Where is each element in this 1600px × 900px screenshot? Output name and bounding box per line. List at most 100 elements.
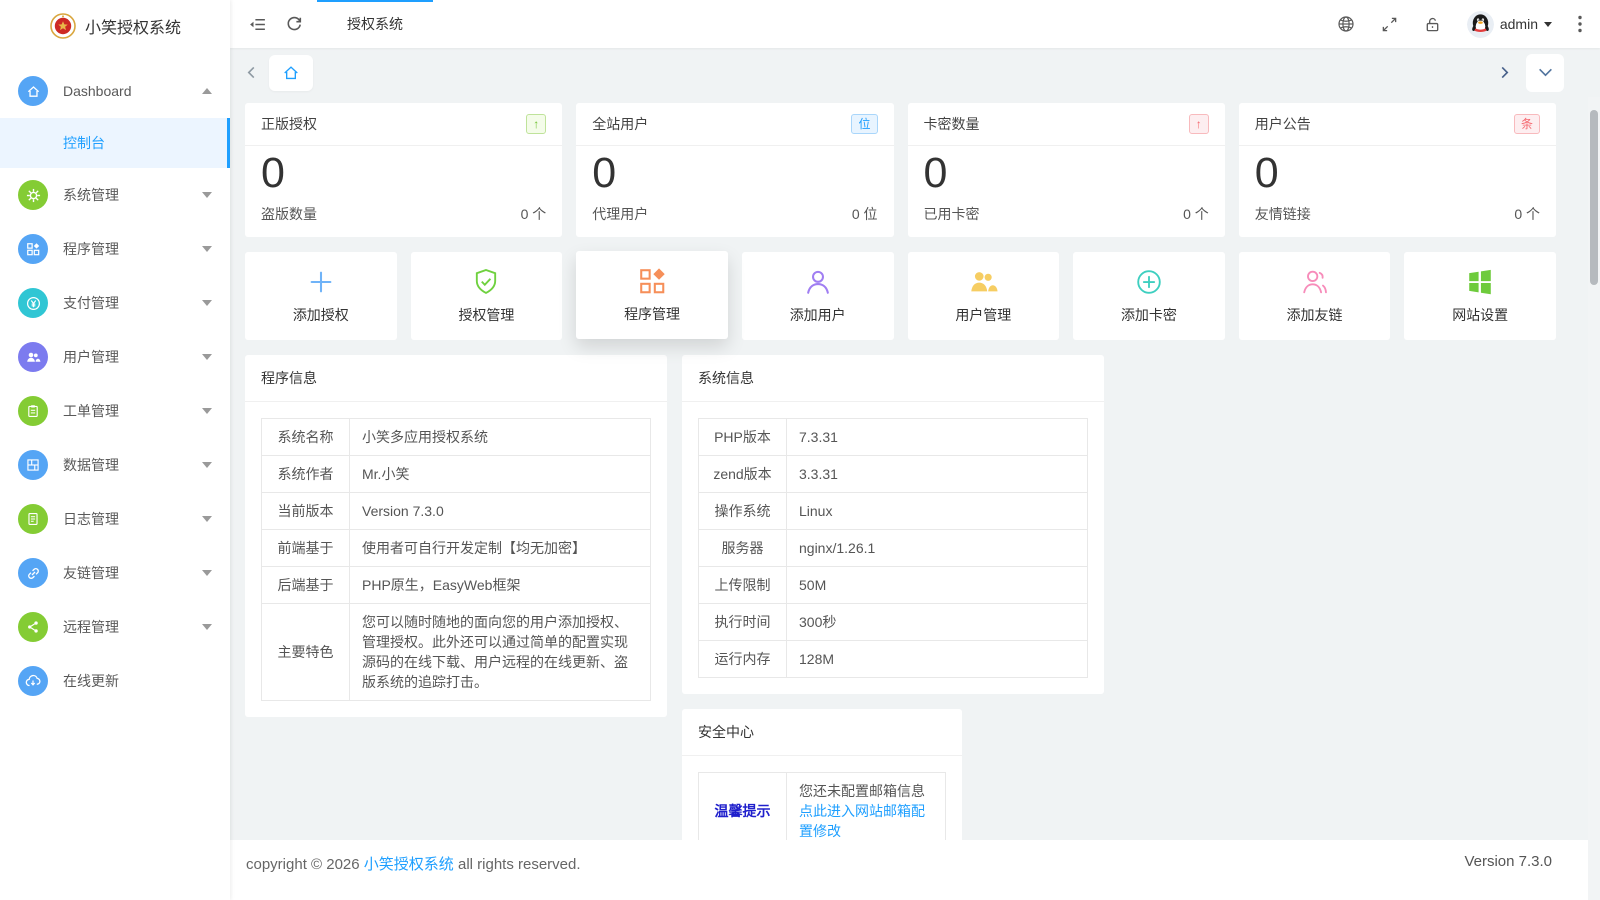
stat-cards: 正版授权 ↑ 0 盗版数量 0 个 全站用户 位 0 代理用户 0 位 (245, 103, 1556, 237)
sidebar-item-online-update[interactable]: 在线更新 (0, 654, 230, 708)
payment-icon (18, 288, 48, 318)
sidebar-item-payment-mgmt[interactable]: 支付管理 (0, 276, 230, 330)
tab-auth-system[interactable]: 授权系统 (317, 0, 433, 48)
action-label: 用户管理 (955, 305, 1011, 325)
chevron-down-icon (202, 624, 212, 630)
main-content: 正版授权 ↑ 0 盗版数量 0 个 全站用户 位 0 代理用户 0 位 (230, 97, 1600, 840)
collapse-menu-button[interactable] (248, 15, 267, 34)
chevron-up-icon (202, 88, 212, 94)
action-label: 添加友链 (1287, 305, 1343, 325)
user-menu[interactable]: admin (1467, 11, 1552, 38)
sidebar-item-label: 用户管理 (63, 347, 202, 367)
brand: 小笑授权系统 (0, 0, 230, 52)
sidebar-item-label: Dashboard (63, 83, 202, 99)
stat-footer-value: 0 个 (521, 204, 547, 224)
sidebar-item-data-mgmt[interactable]: 数据管理 (0, 438, 230, 492)
sidebar-item-label: 日志管理 (63, 509, 202, 529)
fullscreen-button[interactable] (1381, 16, 1398, 33)
action-add-user[interactable]: 添加用户 (742, 252, 894, 340)
action-program-mgmt[interactable]: 程序管理 (576, 251, 728, 339)
stat-card-announcements: 用户公告 条 0 友情链接 0 个 (1239, 103, 1556, 237)
topbar-actions: admin (1337, 11, 1600, 38)
panel-title: 程序信息 (245, 355, 667, 402)
action-label: 网站设置 (1452, 305, 1508, 325)
users-icon (18, 342, 48, 372)
sidebar-item-remote-mgmt[interactable]: 远程管理 (0, 600, 230, 654)
blocks-icon (18, 234, 48, 264)
lock-screen-button[interactable] (1424, 16, 1441, 33)
action-add-license[interactable]: 添加授权 (245, 252, 397, 340)
action-add-cardkey[interactable]: 添加卡密 (1073, 252, 1225, 340)
panel-title: 系统信息 (682, 355, 1104, 402)
table-row: 上传限制50M (699, 567, 1088, 604)
home-tab[interactable] (269, 55, 313, 91)
action-label: 添加卡密 (1121, 305, 1177, 325)
table-row: 系统作者Mr.小笑 (262, 456, 651, 493)
email-config-link[interactable]: 点此进入网站邮箱配置修改 (799, 801, 933, 840)
sidebar-item-dashboard[interactable]: Dashboard (0, 64, 230, 118)
system-info-table: PHP版本7.3.31 zend版本3.3.31 操作系统Linux 服务器ng… (698, 418, 1088, 678)
sidebar-item-ticket-mgmt[interactable]: 工单管理 (0, 384, 230, 438)
tabs-scroll-right-button[interactable] (1499, 65, 1510, 80)
footer-brand-link[interactable]: 小笑授权系统 (364, 856, 454, 873)
stat-footer-value: 0 个 (1183, 204, 1209, 224)
more-menu-button[interactable] (1578, 15, 1582, 33)
stat-card-users: 全站用户 位 0 代理用户 0 位 (576, 103, 893, 237)
chevron-down-icon (202, 570, 212, 576)
chevron-down-icon (202, 300, 212, 306)
action-site-settings[interactable]: 网站设置 (1404, 252, 1556, 340)
tabs-scroll-left-button[interactable] (246, 65, 257, 80)
users-icon (968, 267, 998, 297)
app-logo-icon (50, 13, 76, 39)
action-user-mgmt[interactable]: 用户管理 (908, 252, 1060, 340)
sidebar-item-program-mgmt[interactable]: 程序管理 (0, 222, 230, 276)
topbar: 授权系统 admin (230, 0, 1600, 48)
stat-footer-value: 0 个 (1514, 204, 1540, 224)
plus-icon (306, 267, 336, 297)
avatar (1467, 11, 1494, 38)
sidebar-item-friendlink-mgmt[interactable]: 友链管理 (0, 546, 230, 600)
stat-footer-value: 0 位 (852, 204, 878, 224)
sidebar-item-console[interactable]: 控制台 (0, 118, 230, 168)
grid-diamond-icon (637, 266, 667, 296)
action-license-mgmt[interactable]: 授权管理 (411, 252, 563, 340)
sidebar-item-system-mgmt[interactable]: 系统管理 (0, 168, 230, 222)
person-icon (803, 267, 833, 297)
document-icon (18, 504, 48, 534)
sidebar-item-log-mgmt[interactable]: 日志管理 (0, 492, 230, 546)
program-info-table: 系统名称小笑多应用授权系统 系统作者Mr.小笑 当前版本Version 7.3.… (261, 418, 651, 701)
tabs-menu-button[interactable] (1526, 54, 1564, 92)
table-row: 操作系统Linux (699, 493, 1088, 530)
sidebar-subitem-label: 控制台 (63, 133, 105, 153)
action-label: 添加授权 (293, 305, 349, 325)
sidebar-item-label: 支付管理 (63, 293, 202, 313)
up-arrow-badge: ↑ (526, 114, 546, 134)
tab-label: 授权系统 (347, 14, 403, 34)
home-icon (282, 64, 300, 82)
info-panels: 程序信息 系统名称小笑多应用授权系统 系统作者Mr.小笑 当前版本Version… (245, 355, 1556, 840)
action-add-friendlink[interactable]: 添加友链 (1239, 252, 1391, 340)
scrollbar-track[interactable] (1588, 97, 1600, 900)
table-row: 温馨提示 您还未配置邮箱信息 点此进入网站邮箱配置修改 (699, 773, 946, 841)
sidebar-item-user-mgmt[interactable]: 用户管理 (0, 330, 230, 384)
action-label: 程序管理 (624, 304, 680, 324)
table-row: 服务器nginx/1.26.1 (699, 530, 1088, 567)
language-globe-button[interactable] (1337, 15, 1355, 33)
app-root: 小笑授权系统 Dashboard 控制台 系统管理 (0, 0, 1600, 900)
security-center-panel: 安全中心 温馨提示 您还未配置邮箱信息 点此进入网站邮箱配置修改 (682, 709, 962, 840)
link-icon (18, 558, 48, 588)
stat-footer-label: 已用卡密 (924, 204, 980, 224)
table-row: 当前版本Version 7.3.0 (262, 493, 651, 530)
app-title: 小笑授权系统 (85, 14, 181, 38)
stat-title: 正版授权 (261, 114, 317, 134)
system-info-panel: 系统信息 PHP版本7.3.31 zend版本3.3.31 操作系统Linux … (682, 355, 1104, 694)
refresh-button[interactable] (285, 15, 303, 33)
unit-badge: 位 (851, 114, 877, 134)
chevron-down-icon (202, 516, 212, 522)
home-icon (18, 76, 48, 106)
scrollbar-thumb[interactable] (1590, 110, 1598, 285)
sidebar-nav: Dashboard 控制台 系统管理 程序管理 (0, 52, 230, 708)
chevron-down-icon (1538, 68, 1553, 77)
stat-title: 用户公告 (1255, 114, 1311, 134)
action-label: 授权管理 (458, 305, 514, 325)
